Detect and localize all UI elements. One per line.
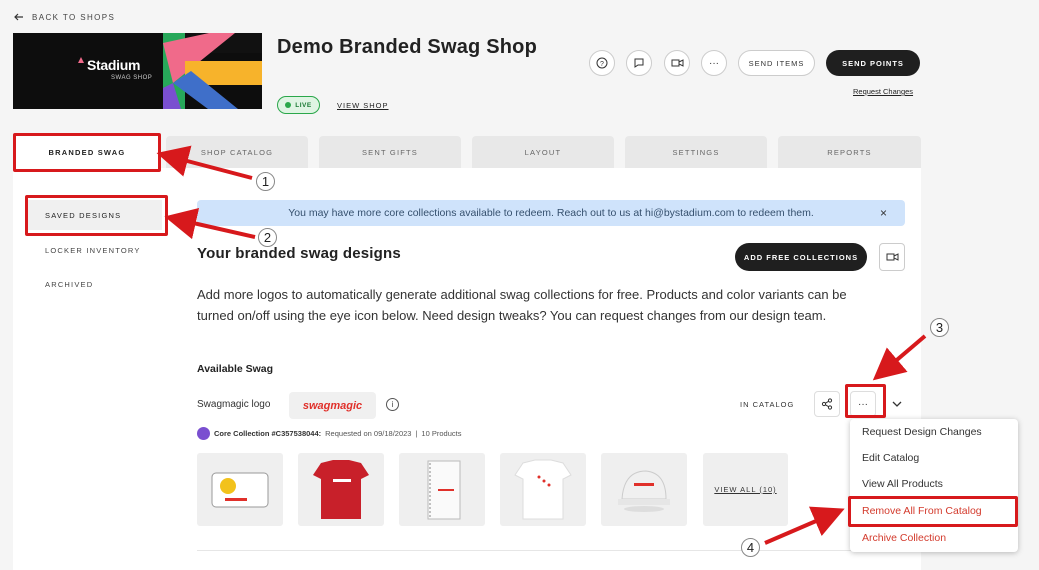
arrow-1 [156,145,253,180]
arrow-2 [164,207,256,240]
step-number-4: 4 [741,538,760,557]
step-number-2: 2 [258,228,277,247]
arrow-3 [872,334,927,381]
arrow-4 [764,506,845,545]
step-number-3: 3 [930,318,949,337]
annotation-arrows [156,145,927,545]
step-number-1: 1 [256,172,275,191]
